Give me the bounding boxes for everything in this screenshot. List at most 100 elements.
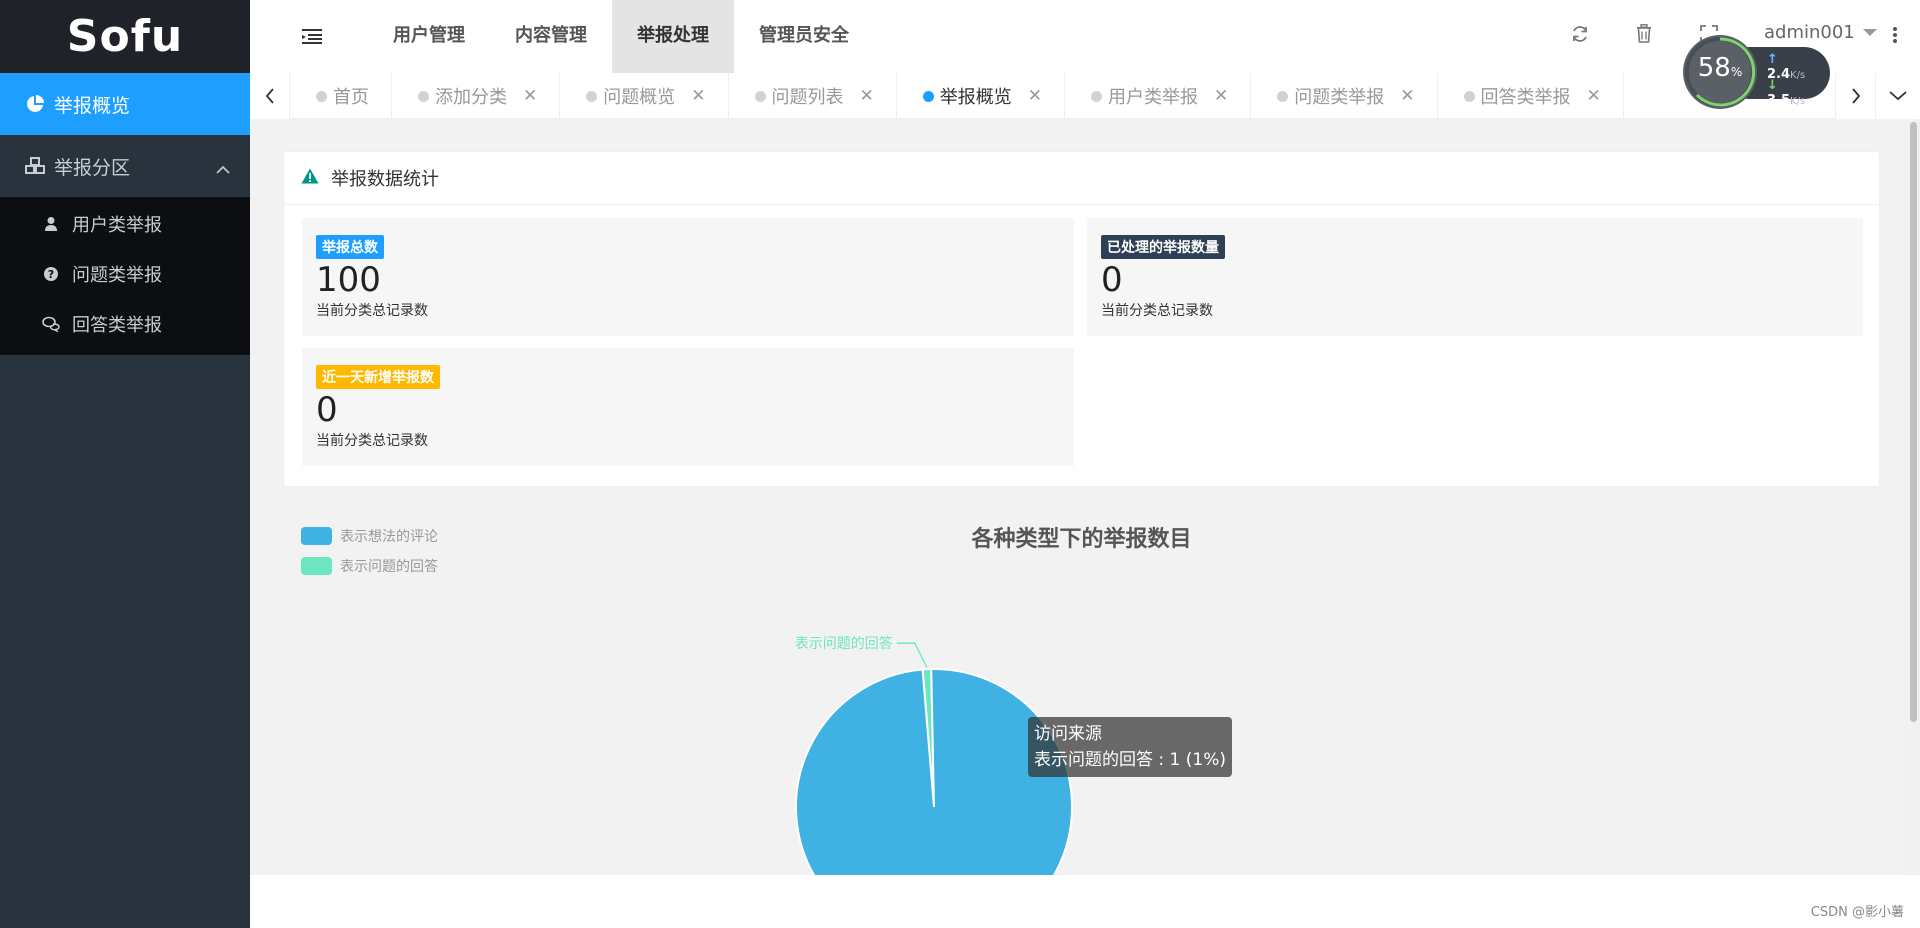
chevron-right-icon — [1851, 88, 1860, 104]
sidebar-subitem-label: 回答类举报 — [72, 315, 162, 336]
slice-label: 表示问题的回答 — [795, 635, 893, 652]
download-rate: ↓ 3.5K/s — [1767, 78, 1806, 108]
tab-close-icon[interactable]: ✕ — [691, 86, 705, 106]
top-nav: 用户管理 内容管理 举报处理 管理员安全 — [368, 0, 874, 73]
chevron-left-icon — [265, 88, 274, 104]
user-menu[interactable]: admin001 — [1764, 22, 1877, 43]
speed-percent: 58% — [1697, 53, 1743, 83]
legend-swatch — [301, 557, 332, 575]
tab-label: 回答类举报 — [1480, 87, 1571, 108]
username: admin001 — [1764, 22, 1855, 43]
tabs-scroll-right-button[interactable] — [1835, 73, 1875, 119]
chart-tooltip: 访问来源 表示问题的回答 : 1 (1%) — [1028, 717, 1232, 777]
chart-title: 各种类型下的举报数目 — [971, 527, 1192, 552]
comments-icon — [42, 315, 60, 333]
chevron-up-icon — [216, 157, 230, 179]
more-vertical-icon[interactable] — [1892, 25, 1898, 45]
tab-label: 问题列表 — [771, 87, 844, 108]
sidebar-item-user-reports[interactable]: 用户类举报 — [0, 199, 250, 249]
main-content: 举报数据统计 举报总数 100 当前分类总记录数 已处理的举报数量 0 当前分类… — [250, 119, 1920, 875]
stats-card-title: 举报数据统计 — [331, 169, 439, 190]
tabs-dropdown-button[interactable] — [1875, 73, 1920, 119]
tab-user-reports[interactable]: 用户类举报 ✕ — [1065, 73, 1252, 119]
stat-value: 100 — [316, 260, 381, 300]
tab-close-icon[interactable]: ✕ — [1400, 86, 1414, 106]
tab-label: 添加分类 — [435, 87, 507, 108]
tab-list: 首页 添加分类 ✕ 问题概览 ✕ 问题列表 ✕ 举报概览 ✕ 用户类举报 ✕ 问… — [290, 73, 1624, 119]
trash-icon[interactable] — [1635, 24, 1657, 46]
sidebar-item-report-partition[interactable]: 举报分区 — [0, 135, 250, 197]
tab-report-overview[interactable]: 举报概览 ✕ — [897, 73, 1065, 119]
stat-total-reports: 举报总数 100 当前分类总记录数 — [302, 218, 1074, 336]
stat-badge: 近一天新增举报数 — [316, 365, 440, 389]
stat-value: 0 — [1101, 260, 1123, 300]
app-logo[interactable]: Sofu — [0, 0, 250, 73]
tab-add-category[interactable]: 添加分类 ✕ — [392, 73, 561, 119]
sidebar-item-report-overview[interactable]: 举报概览 — [0, 73, 250, 135]
nav-report-handling[interactable]: 举报处理 — [612, 0, 734, 73]
chevron-down-icon — [1889, 91, 1907, 101]
stats-card: 举报数据统计 举报总数 100 当前分类总记录数 已处理的举报数量 0 当前分类… — [283, 151, 1880, 487]
tab-close-icon[interactable]: ✕ — [1028, 86, 1042, 106]
stat-badge: 已处理的举报数量 — [1101, 235, 1225, 259]
tab-status-dot — [316, 90, 327, 102]
cubes-icon — [24, 155, 46, 177]
stat-value: 0 — [316, 390, 338, 430]
stat-new-reports-day: 近一天新增举报数 0 当前分类总记录数 — [302, 348, 1074, 466]
sidebar-subitem-label: 问题类举报 — [72, 265, 162, 286]
tab-close-icon[interactable]: ✕ — [1214, 86, 1228, 106]
tab-answer-reports[interactable]: 回答类举报 ✕ — [1438, 73, 1624, 119]
sidebar-subitem-label: 用户类举报 — [72, 215, 162, 236]
caret-down-icon — [1862, 29, 1877, 36]
stat-badge: 举报总数 — [316, 235, 384, 259]
menu-toggle-icon[interactable] — [302, 26, 324, 46]
tab-question-overview[interactable]: 问题概览 ✕ — [560, 73, 729, 119]
tab-status-dot — [754, 90, 766, 102]
slice-label-line — [896, 642, 928, 668]
tab-status-dot — [922, 90, 934, 102]
arrow-down-icon: ↓ — [1767, 78, 1778, 93]
tooltip-title: 访问来源 — [1034, 724, 1102, 744]
tab-question-reports[interactable]: 问题类举报 ✕ — [1251, 73, 1438, 119]
tab-label: 举报概览 — [939, 87, 1012, 108]
tab-label: 首页 — [333, 87, 369, 108]
pie-chart-canvas: 表示问题的回答 — [795, 635, 1073, 875]
tab-label: 用户类举报 — [1108, 87, 1198, 108]
sidebar-submenu: 用户类举报 ? 问题类举报 回答类举报 — [0, 197, 250, 355]
sidebar: Sofu 举报概览 举报分区 用户类举报 ? 问题类举报 回答类举报 — [0, 0, 250, 928]
nav-admin-security[interactable]: 管理员安全 — [734, 0, 874, 73]
stats-card-header: 举报数据统计 — [284, 152, 1879, 205]
nav-user-management[interactable]: 用户管理 — [368, 0, 490, 73]
watermark: CSDN @影小薯 — [1810, 905, 1904, 920]
tab-status-dot — [1091, 90, 1102, 102]
pie-chart-icon — [24, 93, 46, 115]
question-circle-icon: ? — [42, 265, 60, 283]
tab-close-icon[interactable]: ✕ — [523, 86, 537, 106]
tabs-scroll-left-button[interactable] — [250, 73, 290, 119]
tab-home[interactable]: 首页 — [290, 73, 392, 119]
tooltip-line: 表示问题的回答 : 1 (1%) — [1034, 750, 1226, 770]
tab-question-list[interactable]: 问题列表 ✕ — [729, 73, 897, 119]
stat-desc: 当前分类总记录数 — [316, 303, 428, 319]
tab-label: 问题概览 — [603, 87, 676, 108]
refresh-icon[interactable] — [1570, 24, 1592, 46]
tab-status-dot — [1277, 90, 1289, 102]
arrow-up-icon: ↑ — [1767, 52, 1778, 67]
tab-status-dot — [1463, 90, 1475, 102]
tab-status-dot — [586, 90, 598, 102]
nav-content-management[interactable]: 内容管理 — [490, 0, 612, 73]
tab-close-icon[interactable]: ✕ — [1587, 86, 1601, 106]
sidebar-item-label: 举报分区 — [54, 156, 131, 179]
page-tabs-bar: 首页 添加分类 ✕ 问题概览 ✕ 问题列表 ✕ 举报概览 ✕ 用户类举报 ✕ 问… — [250, 73, 1920, 119]
tab-status-dot — [418, 90, 429, 102]
top-header: 用户管理 内容管理 举报处理 管理员安全 admin001 — [250, 0, 1920, 73]
stat-processed-reports: 已处理的举报数量 0 当前分类总记录数 — [1087, 218, 1863, 336]
sidebar-item-question-reports[interactable]: ? 问题类举报 — [0, 249, 250, 299]
warning-icon — [301, 168, 319, 189]
tab-close-icon[interactable]: ✕ — [860, 86, 874, 106]
legend-item[interactable]: 表示问题的回答 — [301, 551, 438, 581]
scrollbar-thumb[interactable] — [1910, 122, 1917, 722]
svg-text:?: ? — [48, 268, 54, 281]
sidebar-item-answer-reports[interactable]: 回答类举报 — [0, 299, 250, 349]
tab-label: 问题类举报 — [1294, 87, 1385, 108]
